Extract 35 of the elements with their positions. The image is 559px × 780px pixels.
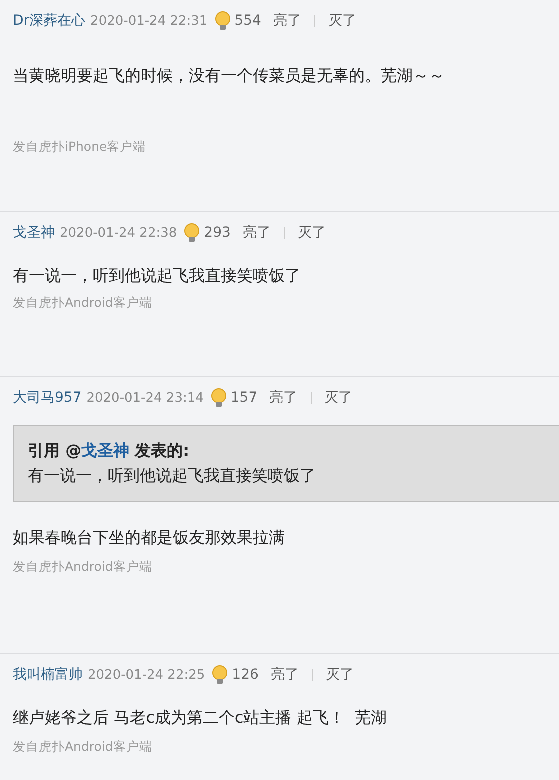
like-count: 157 bbox=[230, 390, 258, 406]
source-label: 发自虎扑Android客户端 bbox=[13, 295, 154, 312]
post-time: 2020-01-24 22:38 bbox=[60, 226, 178, 240]
source-label: 发自虎扑Android客户端 bbox=[13, 559, 154, 576]
post-time: 2020-01-24 23:14 bbox=[86, 390, 204, 406]
username-link[interactable]: 戈圣神 bbox=[13, 224, 55, 242]
source-label: 发自虎扑Android客户端 bbox=[13, 739, 154, 756]
dark-button[interactable]: 灭了 bbox=[298, 224, 326, 242]
dark-button[interactable]: 灭了 bbox=[326, 666, 354, 684]
light-button[interactable]: 亮了 bbox=[270, 666, 299, 684]
comment-text: 当黄晓明要起飞的时候，没有一个传菜员是无辜的。芜湖～～ bbox=[13, 66, 446, 87]
comment-text: 有一说一，听到他说起飞我直接笑喷饭了 bbox=[13, 266, 302, 287]
light-button[interactable]: 亮了 bbox=[242, 224, 271, 242]
dark-button[interactable]: 灭了 bbox=[324, 389, 353, 407]
lightbulb-icon bbox=[211, 665, 230, 685]
quote-header: 引用 @戈圣神 发表的: bbox=[28, 441, 191, 462]
light-button[interactable]: 亮了 bbox=[270, 389, 298, 407]
light-button[interactable]: 亮了 bbox=[273, 12, 302, 30]
quote-text: 有一说一，听到他说起飞我直接笑喷饭了 bbox=[28, 466, 317, 487]
post-time: 2020-01-24 22:25 bbox=[88, 668, 206, 682]
dark-button[interactable]: 灭了 bbox=[328, 12, 356, 30]
post-time: 2020-01-24 22:31 bbox=[90, 14, 208, 28]
username-link[interactable]: 我叫楠富帅 bbox=[13, 666, 83, 684]
like-count: 554 bbox=[234, 13, 262, 29]
lightbulb-icon bbox=[183, 223, 202, 243]
source-label: 发自虎扑iPhone客户端 bbox=[13, 139, 148, 156]
author-link[interactable]: 戈圣神 bbox=[82, 441, 130, 460]
comment-text: 如果春晚台下坐的都是饭友那效果拉满 bbox=[13, 528, 286, 549]
username-link[interactable]: Dr深葬在心 bbox=[13, 12, 86, 30]
lightbulb-icon bbox=[214, 11, 232, 31]
like-count: 293 bbox=[204, 225, 231, 241]
username-link[interactable]: 大司马957 bbox=[13, 389, 82, 407]
like-count: 126 bbox=[232, 667, 259, 683]
comment-text: 继卢姥爷之后 马老c成为第二个c站主播 起飞！ 芜湖 bbox=[13, 708, 388, 729]
lightbulb-icon bbox=[210, 388, 228, 408]
